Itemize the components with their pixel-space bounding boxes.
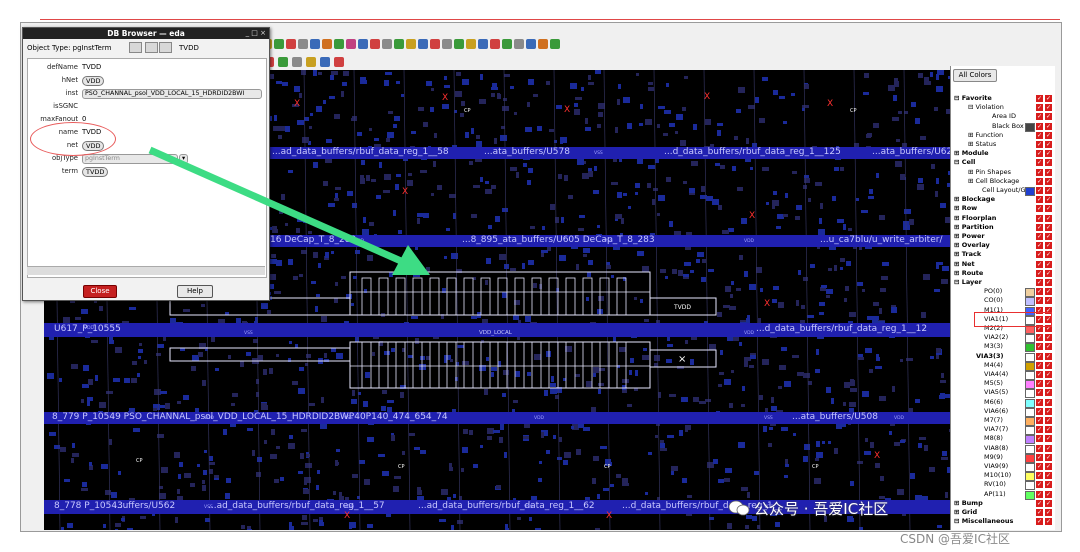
wechat-watermark: 公众号 · 吾爱IC社区	[754, 500, 889, 518]
csdn-watermark: CSDN @吾爱IC社区	[900, 532, 1010, 546]
annotation-arrow-layer	[148, 146, 430, 275]
annotation-arrow-shaft	[148, 146, 412, 269]
wechat-icon	[728, 500, 750, 516]
